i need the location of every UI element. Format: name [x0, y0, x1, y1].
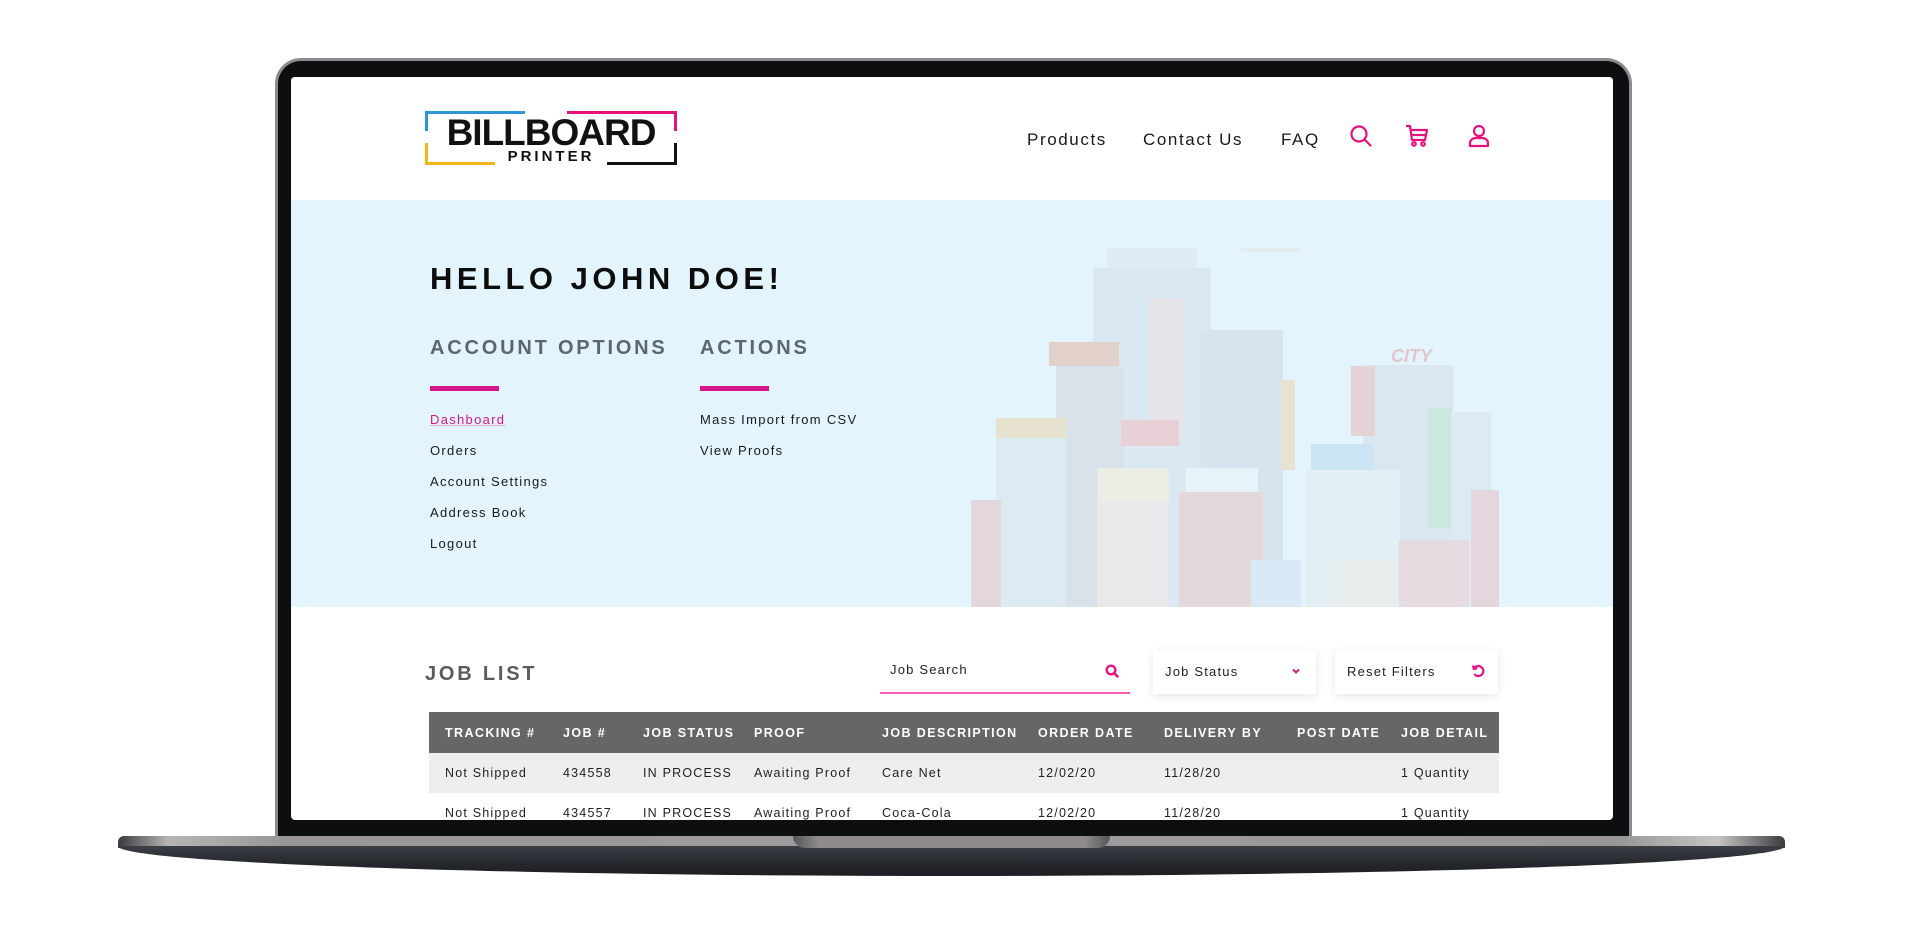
col-tracking[interactable]: TRACKING #	[429, 712, 547, 753]
cell-post-date	[1281, 793, 1385, 820]
cell-tracking: Not Shipped	[429, 793, 547, 820]
cell-delivery-by: 11/28/20	[1148, 793, 1281, 820]
col-job-number[interactable]: JOB #	[547, 712, 627, 753]
logo-main-text: BILLBOARD	[446, 112, 657, 153]
job-status-label: Job Status	[1165, 664, 1239, 679]
user-icon[interactable]	[1466, 123, 1492, 149]
cell-proof[interactable]: Awaiting Proof	[738, 793, 866, 820]
action-link-mass-import[interactable]: Mass Import from CSV	[700, 412, 857, 427]
cell-job-description: Coca-Cola	[866, 793, 1022, 820]
cell-order-date: 12/02/20	[1022, 793, 1148, 820]
nav-products[interactable]: Products	[1027, 130, 1107, 150]
col-proof[interactable]: PROOF	[738, 712, 866, 753]
reset-filters-button[interactable]: Reset Filters	[1335, 650, 1498, 694]
logo-sub-text: PRINTER	[507, 148, 595, 165]
col-delivery-by[interactable]: DELIVERY BY	[1148, 712, 1281, 753]
city-sign-text: CITY	[1391, 346, 1434, 366]
account-options-underline	[430, 386, 499, 391]
laptop-base	[118, 846, 1785, 876]
job-table: TRACKING # JOB # JOB STATUS PROOF JOB DE…	[429, 712, 1499, 820]
account-link-logout[interactable]: Logout	[430, 536, 478, 551]
cell-job-number: 434557	[547, 793, 627, 820]
col-post-date[interactable]: POST DATE	[1281, 712, 1385, 753]
job-list-heading: JOB LIST	[425, 663, 538, 685]
cell-order-date: 12/02/20	[1022, 753, 1148, 793]
dashboard-hero: CITY HELLO JOHN DOE! ACCOUNT OPTIONS Das…	[291, 200, 1613, 607]
col-job-status[interactable]: JOB STATUS	[627, 712, 738, 753]
action-link-view-proofs[interactable]: View Proofs	[700, 443, 783, 458]
table-row[interactable]: Not Shipped 434558 IN PROCESS Awaiting P…	[429, 753, 1499, 793]
chevron-down-icon	[1288, 663, 1304, 679]
account-link-settings[interactable]: Account Settings	[430, 474, 548, 489]
account-link-address-book[interactable]: Address Book	[430, 505, 527, 520]
cart-icon[interactable]	[1404, 123, 1430, 149]
account-link-dashboard[interactable]: Dashboard	[430, 412, 505, 427]
laptop-hinge-notch	[793, 836, 1110, 848]
actions-underline	[700, 386, 769, 391]
cell-post-date	[1281, 753, 1385, 793]
cell-tracking: Not Shipped	[429, 753, 547, 793]
billboard-printer-logo[interactable]: BILLBOARD PRINTER	[423, 109, 679, 169]
cell-proof[interactable]: Awaiting Proof	[738, 753, 866, 793]
cell-job-description: Care Net	[866, 753, 1022, 793]
table-row[interactable]: Not Shipped 434557 IN PROCESS Awaiting P…	[429, 793, 1499, 820]
nav-faq[interactable]: FAQ	[1281, 130, 1320, 150]
cell-job-detail[interactable]: 1 Quantity	[1385, 793, 1499, 820]
job-search-field[interactable]	[880, 650, 1130, 694]
search-icon[interactable]	[1348, 123, 1374, 149]
search-icon[interactable]	[1104, 663, 1120, 679]
city-illustration: CITY	[971, 240, 1613, 607]
nav-contact-us[interactable]: Contact Us	[1143, 130, 1243, 150]
cell-job-number: 434558	[547, 753, 627, 793]
account-options-heading: ACCOUNT OPTIONS	[430, 337, 668, 359]
job-table-header: TRACKING # JOB # JOB STATUS PROOF JOB DE…	[429, 712, 1499, 753]
site-header: BILLBOARD PRINTER Products Contact Us FA…	[291, 77, 1613, 200]
cell-job-detail[interactable]: 1 Quantity	[1385, 753, 1499, 793]
laptop-screen: BILLBOARD PRINTER Products Contact Us FA…	[291, 77, 1613, 820]
actions-heading: ACTIONS	[700, 337, 810, 359]
col-job-description[interactable]: JOB DESCRIPTION	[866, 712, 1022, 753]
reset-icon	[1470, 663, 1486, 679]
cell-delivery-by: 11/28/20	[1148, 753, 1281, 793]
greeting-heading: HELLO JOHN DOE!	[430, 261, 784, 296]
col-job-detail[interactable]: JOB DETAIL	[1385, 712, 1499, 753]
job-search-input[interactable]	[890, 662, 1080, 677]
cell-job-status: IN PROCESS	[627, 753, 738, 793]
col-order-date[interactable]: ORDER DATE	[1022, 712, 1148, 753]
job-status-select[interactable]: Job Status	[1153, 650, 1316, 694]
reset-filters-label: Reset Filters	[1347, 664, 1436, 679]
cell-job-status: IN PROCESS	[627, 793, 738, 820]
account-link-orders[interactable]: Orders	[430, 443, 478, 458]
